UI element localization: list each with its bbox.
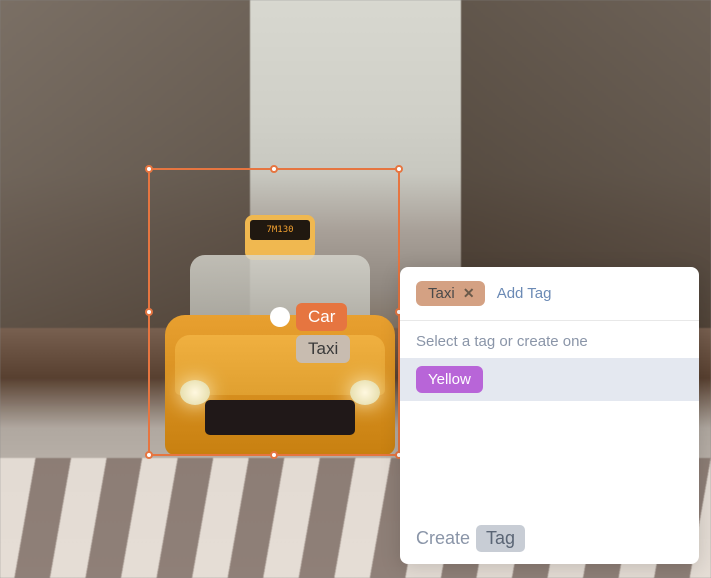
selected-tag-chip[interactable]: Taxi ✕: [416, 281, 485, 306]
tag-suggestion-yellow[interactable]: Yellow: [416, 366, 483, 393]
tag-panel-footer: Create Tag: [400, 513, 699, 564]
tag-panel-header: Taxi ✕ Add Tag: [400, 267, 699, 321]
label-marker-icon: [270, 307, 290, 327]
add-tag-link[interactable]: Add Tag: [497, 285, 552, 302]
create-label: Create: [416, 528, 470, 549]
tag-chip-label: Taxi: [428, 285, 455, 302]
tag-panel: Taxi ✕ Add Tag Select a tag or create on…: [400, 267, 699, 564]
tag-suggestions: Yellow: [400, 358, 699, 401]
taxi-sign: 7M130: [250, 220, 310, 240]
primary-label[interactable]: Car: [296, 303, 347, 331]
annotation-labels: Car Taxi: [270, 303, 350, 363]
tag-section-label: Select a tag or create one: [400, 321, 699, 358]
secondary-label[interactable]: Taxi: [296, 335, 350, 363]
create-tag-chip[interactable]: Tag: [476, 525, 525, 552]
remove-tag-icon[interactable]: ✕: [461, 286, 477, 302]
